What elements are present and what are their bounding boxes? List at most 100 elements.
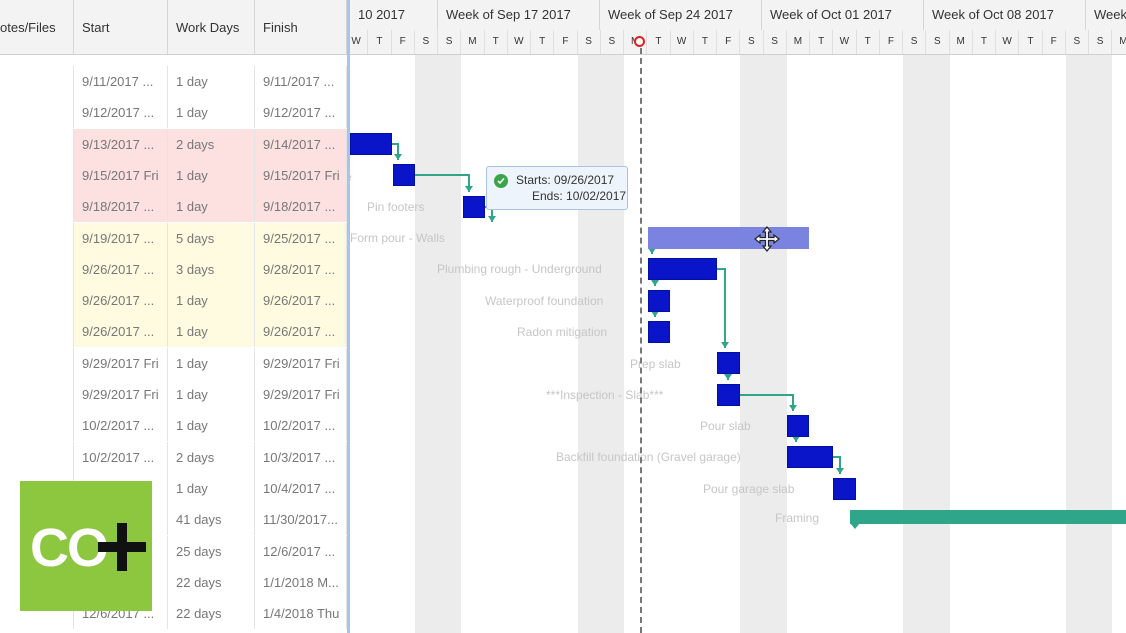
days-cell[interactable]: 1 day: [168, 379, 255, 410]
notes-cell[interactable]: [0, 128, 74, 160]
finish-cell[interactable]: 9/14/2017 ...: [255, 128, 347, 160]
task-bar[interactable]: [393, 164, 415, 186]
notes-cell[interactable]: [0, 316, 74, 348]
days-cell[interactable]: 2 days: [168, 441, 255, 473]
task-bar[interactable]: [787, 446, 833, 468]
notes-cell[interactable]: [0, 285, 74, 317]
days-cell[interactable]: 5 days: [168, 222, 255, 254]
days-cell[interactable]: 1 day: [168, 472, 255, 504]
finish-cell[interactable]: 10/4/2017 ...: [255, 472, 347, 504]
finish-cell[interactable]: 9/11/2017 ...: [255, 66, 347, 97]
finish-cell[interactable]: 9/26/2017 ...: [255, 285, 347, 317]
table-row[interactable]: 9/29/2017 Fri 1 day 9/29/2017 Fri: [0, 347, 350, 379]
table-row[interactable]: 9/13/2017 ... 2 days 9/14/2017 ...: [0, 128, 350, 160]
column-header-start[interactable]: Start: [74, 0, 168, 54]
start-cell[interactable]: 9/29/2017 Fri: [74, 347, 168, 379]
link-arrowhead: [789, 405, 797, 411]
finish-cell[interactable]: 9/28/2017 ...: [255, 253, 347, 285]
table-row[interactable]: 10/2/2017 ... 1 day 10/2/2017 ...: [0, 410, 350, 442]
days-cell[interactable]: 1 day: [168, 285, 255, 317]
task-bar[interactable]: [717, 384, 740, 406]
dependency-link: [415, 174, 470, 192]
task-bar[interactable]: [787, 415, 809, 437]
finish-cell[interactable]: 12/6/2017 ...: [255, 535, 347, 567]
notes-cell[interactable]: [0, 97, 74, 129]
finish-cell[interactable]: 9/29/2017 Fri: [255, 379, 347, 410]
table-row[interactable]: 9/26/2017 ... 1 day 9/26/2017 ...: [0, 316, 350, 348]
finish-cell[interactable]: 1/1/2018 M...: [255, 566, 347, 598]
start-cell[interactable]: 9/26/2017 ...: [74, 316, 168, 348]
table-row[interactable]: 9/26/2017 ... 1 day 9/26/2017 ...: [0, 285, 350, 317]
days-cell[interactable]: 22 days: [168, 566, 255, 598]
table-row[interactable]: 9/12/2017 ... 1 day 9/12/2017 ...: [0, 97, 350, 129]
task-bar[interactable]: [648, 258, 717, 280]
table-row[interactable]: 10/2/2017 ... 2 days 10/3/2017 ...: [0, 441, 350, 473]
notes-cell[interactable]: [0, 159, 74, 191]
task-bar[interactable]: [833, 478, 856, 500]
finish-cell[interactable]: 11/30/2017...: [255, 504, 347, 536]
days-cell[interactable]: 1 day: [168, 410, 255, 442]
column-header-notes[interactable]: otes/Files: [0, 0, 74, 54]
notes-cell[interactable]: [0, 66, 74, 97]
column-header-work-days[interactable]: Work Days: [168, 0, 255, 54]
table-row[interactable]: 9/29/2017 Fri 1 day 9/29/2017 Fri: [0, 379, 350, 410]
finish-cell[interactable]: 9/25/2017 ...: [255, 222, 347, 254]
gantt-chart: 10 2017 Week of Sep 17 2017 Week of Sep 24…: [350, 0, 1126, 633]
notes-cell[interactable]: [0, 410, 74, 442]
column-header-finish[interactable]: Finish: [255, 0, 347, 54]
table-row[interactable]: 9/18/2017 ... 1 day 9/18/2017 ...: [0, 191, 350, 223]
days-cell[interactable]: 2 days: [168, 128, 255, 160]
table-row[interactable]: 9/26/2017 ... 3 days 9/28/2017 ...: [0, 253, 350, 285]
days-cell[interactable]: 1 day: [168, 191, 255, 223]
finish-cell[interactable]: 9/12/2017 ...: [255, 97, 347, 129]
dependency-link: [740, 394, 794, 411]
start-cell[interactable]: 9/15/2017 Fri: [74, 159, 168, 191]
days-cell[interactable]: 1 day: [168, 66, 255, 97]
task-bar[interactable]: [648, 290, 670, 312]
table-row[interactable]: 9/11/2017 ... 1 day 9/11/2017 ...: [0, 66, 350, 97]
finish-cell[interactable]: 1/4/2018 Thu: [255, 598, 347, 630]
start-cell[interactable]: 9/12/2017 ...: [74, 97, 168, 129]
finish-cell[interactable]: 9/29/2017 Fri: [255, 347, 347, 379]
task-bar[interactable]: [717, 352, 740, 374]
finish-cell[interactable]: 10/3/2017 ...: [255, 441, 347, 473]
start-cell[interactable]: 9/26/2017 ...: [74, 253, 168, 285]
days-cell[interactable]: 1 day: [168, 159, 255, 191]
days-cell[interactable]: 41 days: [168, 504, 255, 536]
task-bar[interactable]: [350, 133, 392, 155]
task-bar-selected[interactable]: [648, 227, 809, 249]
notes-cell[interactable]: [0, 441, 74, 473]
notes-cell[interactable]: [0, 347, 74, 379]
start-cell[interactable]: 9/29/2017 Fri: [74, 379, 168, 410]
table-row[interactable]: 9/15/2017 Fri 1 day 9/15/2017 Fri: [0, 159, 350, 191]
start-cell[interactable]: 9/18/2017 ...: [74, 191, 168, 223]
summary-bar[interactable]: [850, 510, 1126, 524]
link-arrowhead: [394, 154, 402, 160]
task-tooltip: Starts: 09/26/2017 Ends: 10/02/2017: [486, 166, 628, 210]
start-cell[interactable]: 9/11/2017 ...: [74, 66, 168, 97]
notes-cell[interactable]: [0, 253, 74, 285]
notes-cell[interactable]: [0, 379, 74, 410]
start-cell[interactable]: 9/26/2017 ...: [74, 285, 168, 317]
finish-cell[interactable]: 9/26/2017 ...: [255, 316, 347, 348]
days-cell[interactable]: 22 days: [168, 598, 255, 630]
notes-cell[interactable]: [0, 191, 74, 223]
days-cell[interactable]: 1 day: [168, 316, 255, 348]
start-cell[interactable]: 10/2/2017 ...: [74, 410, 168, 442]
finish-cell[interactable]: 10/2/2017 ...: [255, 410, 347, 442]
start-cell[interactable]: 9/13/2017 ...: [74, 128, 168, 160]
days-cell[interactable]: 1 day: [168, 97, 255, 129]
days-cell[interactable]: 3 days: [168, 253, 255, 285]
finish-cell[interactable]: 9/15/2017 Fri: [255, 159, 347, 191]
task-bar[interactable]: [463, 196, 485, 218]
task-bar[interactable]: [648, 321, 670, 343]
company-logo: CO: [20, 481, 152, 611]
days-cell[interactable]: 1 day: [168, 347, 255, 379]
start-cell[interactable]: 10/2/2017 ...: [74, 441, 168, 473]
dependency-links: [392, 143, 860, 529]
finish-cell[interactable]: 9/18/2017 ...: [255, 191, 347, 223]
notes-cell[interactable]: [0, 222, 74, 254]
start-cell[interactable]: 9/19/2017 ...: [74, 222, 168, 254]
table-row[interactable]: 9/19/2017 ... 5 days 9/25/2017 ...: [0, 222, 350, 254]
days-cell[interactable]: 25 days: [168, 535, 255, 567]
